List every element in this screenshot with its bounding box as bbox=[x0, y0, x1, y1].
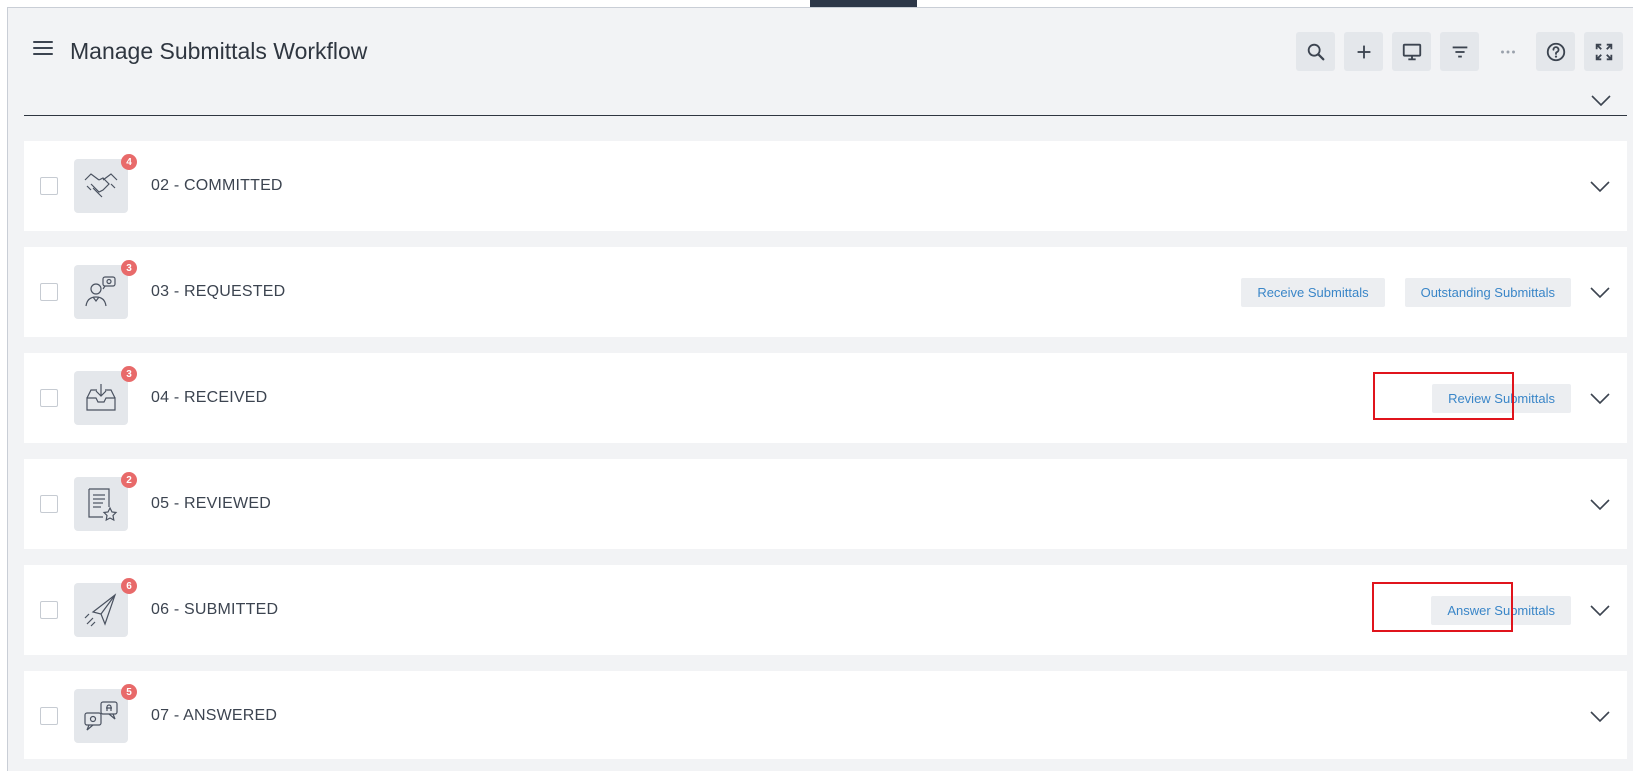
row-checkbox[interactable] bbox=[40, 389, 58, 407]
search-icon bbox=[1307, 43, 1324, 60]
row-checkbox[interactable] bbox=[40, 177, 58, 195]
fullscreen-button[interactable] bbox=[1584, 32, 1623, 71]
stage-label: 05 - REVIEWED bbox=[151, 495, 271, 512]
stage-row-submitted: 6 06 - SUBMITTED Answer Submittals bbox=[24, 565, 1627, 655]
outstanding-submittals-button[interactable]: Outstanding Submittals bbox=[1404, 278, 1571, 307]
stage-row-received: 3 04 - RECEIVED Review Submittals bbox=[24, 353, 1627, 443]
stage-icon-box bbox=[74, 371, 128, 425]
page-title: Manage Submittals Workflow bbox=[70, 38, 368, 64]
more-icon bbox=[1500, 50, 1515, 53]
help-icon bbox=[1546, 42, 1565, 61]
stage-label: 04 - RECEIVED bbox=[151, 389, 268, 406]
stage-label: 06 - SUBMITTED bbox=[151, 601, 279, 618]
chevron-down-icon[interactable] bbox=[1589, 496, 1611, 512]
header-divider bbox=[24, 115, 1627, 116]
row-checkbox[interactable] bbox=[40, 707, 58, 725]
highlight-box bbox=[1372, 582, 1513, 632]
stage-icon-box bbox=[74, 159, 128, 213]
stage-row-requested: 3 03 - REQUESTED Receive Submittals Outs… bbox=[24, 247, 1627, 337]
row-checkbox[interactable] bbox=[40, 283, 58, 301]
more-button[interactable] bbox=[1488, 32, 1527, 71]
stage-label: 02 - COMMITTED bbox=[151, 177, 283, 194]
count-badge: 5 bbox=[121, 684, 137, 700]
display-button[interactable] bbox=[1392, 32, 1431, 71]
chevron-down-icon[interactable] bbox=[1590, 92, 1612, 108]
paper-plane-icon bbox=[84, 593, 117, 627]
row-checkbox[interactable] bbox=[40, 495, 58, 513]
stage-row-reviewed: 2 05 - REVIEWED bbox=[24, 459, 1627, 549]
stage-icon-box bbox=[74, 689, 128, 743]
stage-icon-box bbox=[74, 477, 128, 531]
count-badge: 3 bbox=[121, 366, 137, 382]
add-button[interactable] bbox=[1344, 32, 1383, 71]
stage-icon-box bbox=[74, 265, 128, 319]
monitor-icon bbox=[1402, 43, 1421, 60]
plus-icon bbox=[1357, 45, 1370, 58]
handshake-icon bbox=[84, 173, 118, 198]
stage-icon-box bbox=[74, 583, 128, 637]
help-button[interactable] bbox=[1536, 32, 1575, 71]
hamburger-menu-icon[interactable] bbox=[33, 41, 53, 59]
toolbar bbox=[1296, 32, 1623, 71]
speech-bubbles-icon bbox=[84, 701, 118, 731]
search-button[interactable] bbox=[1296, 32, 1335, 71]
filter-button[interactable] bbox=[1440, 32, 1479, 71]
highlight-box bbox=[1373, 372, 1514, 420]
row-actions: Receive Submittals Outstanding Submittal… bbox=[1241, 278, 1571, 307]
expand-icon bbox=[1595, 43, 1612, 60]
stage-row-answered: 5 07 - ANSWERED bbox=[24, 671, 1627, 759]
count-badge: 2 bbox=[121, 472, 137, 488]
stage-label: 07 - ANSWERED bbox=[151, 707, 278, 724]
inbox-tray-icon bbox=[86, 384, 116, 411]
chevron-down-icon[interactable] bbox=[1589, 708, 1611, 724]
active-tab-indicator bbox=[810, 0, 917, 7]
receive-submittals-button[interactable]: Receive Submittals bbox=[1241, 278, 1385, 307]
row-checkbox[interactable] bbox=[40, 601, 58, 619]
chevron-down-icon[interactable] bbox=[1589, 284, 1611, 300]
page-header: Manage Submittals Workflow bbox=[25, 28, 1633, 74]
count-badge: 6 bbox=[121, 578, 137, 594]
filter-icon bbox=[1452, 46, 1467, 57]
chevron-down-icon[interactable] bbox=[1589, 602, 1611, 618]
stage-row-committed: 4 02 - COMMITTED bbox=[24, 141, 1627, 231]
stage-label: 03 - REQUESTED bbox=[151, 283, 286, 300]
person-chat-icon bbox=[85, 276, 116, 307]
chevron-down-icon[interactable] bbox=[1589, 390, 1611, 406]
document-star-icon bbox=[88, 488, 118, 522]
count-badge: 3 bbox=[121, 260, 137, 276]
count-badge: 4 bbox=[121, 154, 137, 170]
chevron-down-icon[interactable] bbox=[1589, 178, 1611, 194]
workflow-panel: Manage Submittals Workflow 4 02 - COMMIT… bbox=[7, 7, 1633, 771]
workflow-stage-list: 4 02 - COMMITTED 3 03 - REQUESTED Receiv… bbox=[24, 141, 1627, 771]
